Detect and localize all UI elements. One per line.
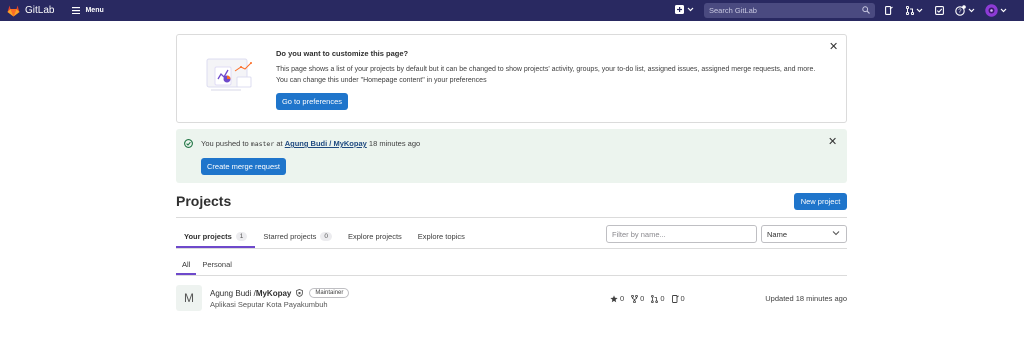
tab-personal[interactable]: Personal (196, 256, 238, 273)
project-filter-tabs: All Personal (176, 256, 238, 275)
new-project-button[interactable]: New project (794, 193, 847, 210)
todos-button[interactable] (935, 6, 944, 15)
divider (176, 275, 847, 276)
brand-name: GitLab (25, 5, 55, 16)
project-namespace: Agung Budi / (210, 288, 256, 298)
push-message: You pushed to master at Agung Budi / MyK… (201, 139, 420, 148)
updated-timestamp: Updated 18 minutes ago (765, 294, 847, 303)
tab-explore-topics[interactable]: Explore topics (410, 226, 473, 246)
issues-value: 0 (680, 294, 685, 303)
check-circle-icon (184, 139, 193, 148)
chevron-down-icon (916, 8, 923, 13)
merge-requests-value: 0 (660, 294, 665, 303)
create-new-dropdown[interactable] (675, 5, 694, 14)
customize-banner-body: This page shows a list of your projects … (276, 66, 816, 84)
chevron-down-icon (968, 8, 975, 13)
tab-your-projects[interactable]: Your projects 1 (176, 226, 256, 248)
create-merge-request-button[interactable]: Create merge request (201, 158, 286, 175)
close-icon[interactable]: ✕ (828, 137, 837, 148)
plus-square-icon (675, 5, 684, 14)
shield-icon (296, 289, 304, 297)
project-description: Aplikasi Seputar Kota Payakumbuh (210, 300, 328, 309)
search-input[interactable]: Search GitLab (704, 3, 875, 18)
divider (176, 217, 847, 218)
user-avatar (985, 4, 998, 17)
help-dropdown[interactable]: ? (955, 5, 975, 16)
tab-label: Starred projects (263, 231, 317, 241)
merge-request-icon (651, 294, 659, 303)
sort-value: Name (767, 229, 788, 239)
forks-count[interactable]: 0 (631, 294, 644, 303)
todo-check-icon (935, 6, 944, 15)
push-at: at (276, 139, 283, 148)
project-name: MyKopay (255, 288, 292, 298)
projects-tabs: Your projects 1 Starred projects 0 Explo… (176, 226, 473, 248)
chevron-down-icon (687, 7, 694, 12)
filter-by-name-input[interactable]: Filter by name... (606, 225, 757, 243)
role-badge: Maintainer (309, 288, 350, 298)
issues-icon (885, 6, 893, 15)
project-avatar[interactable]: M (176, 285, 202, 311)
push-prefix: You pushed to (201, 139, 249, 148)
gitlab-logo-icon (7, 5, 20, 16)
tab-all[interactable]: All (176, 256, 197, 275)
project-link[interactable]: Agung Budi / MyKopay (285, 139, 367, 148)
project-title[interactable]: Agung Budi / MyKopay Maintainer (210, 288, 350, 298)
user-menu-dropdown[interactable] (985, 4, 1007, 17)
page-title: Projects (176, 193, 232, 209)
customize-banner-title: Do you want to customize this page? (276, 49, 409, 58)
search-placeholder: Search GitLab (709, 6, 757, 15)
close-icon[interactable]: ✕ (829, 42, 838, 53)
issues-count[interactable]: 0 (671, 294, 685, 303)
search-icon (862, 6, 870, 14)
forks-value: 0 (640, 294, 645, 303)
top-navbar: GitLab Menu Search GitLab ? (0, 0, 1024, 21)
push-time: 18 minutes ago (368, 139, 421, 148)
hamburger-icon (72, 7, 81, 14)
divider (176, 248, 847, 249)
help-icon: ? (955, 5, 966, 16)
tab-label: Your projects (184, 231, 232, 241)
tab-label: Explore topics (417, 231, 465, 241)
stars-count[interactable]: 0 (610, 294, 624, 303)
fork-icon (631, 294, 639, 303)
chevron-down-icon (832, 231, 840, 236)
merge-requests-dropdown[interactable] (906, 6, 923, 15)
sort-select[interactable]: Name (761, 225, 847, 243)
tab-starred-projects[interactable]: Starred projects 0 (255, 226, 340, 246)
star-icon (610, 294, 618, 302)
count-badge: 0 (320, 231, 332, 241)
recent-push-banner: You pushed to master at Agung Budi / MyK… (176, 129, 847, 183)
menu-label: Menu (85, 7, 104, 14)
customize-illustration (206, 58, 252, 91)
issues-button[interactable] (885, 6, 893, 15)
tab-label: Explore projects (348, 231, 402, 241)
gitlab-home-link[interactable]: GitLab (7, 5, 54, 17)
filter-placeholder: Filter by name... (612, 229, 666, 239)
tab-explore-projects[interactable]: Explore projects (340, 226, 410, 246)
menu-button[interactable]: Menu (72, 7, 104, 14)
customize-homepage-banner: Do you want to customize this page? This… (176, 34, 847, 123)
merge-request-icon (906, 6, 914, 15)
chevron-down-icon (1000, 8, 1007, 13)
issues-icon (671, 294, 679, 303)
branch-name: master (250, 140, 275, 148)
go-to-preferences-button[interactable]: Go to preferences (276, 93, 348, 110)
merge-requests-count[interactable]: 0 (651, 294, 665, 303)
project-stats: 0 0 0 0 (610, 294, 692, 303)
stars-value: 0 (620, 294, 625, 303)
count-badge: 1 (235, 231, 248, 241)
